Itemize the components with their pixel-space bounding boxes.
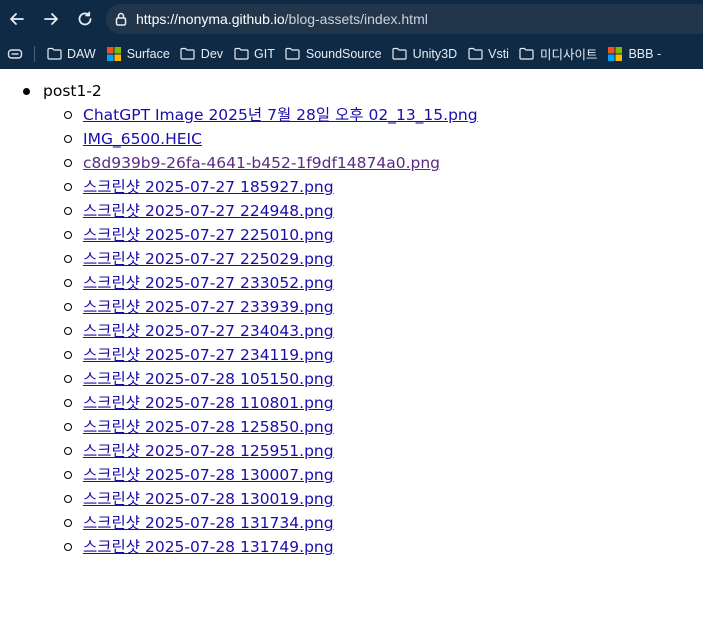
bookmark-label: DAW xyxy=(67,46,96,61)
bookmark-label: 미디사이트 xyxy=(539,48,598,62)
folder-icon xyxy=(180,46,196,62)
file-link[interactable]: 스크린샷 2025-07-28 131734.png xyxy=(83,514,334,532)
reload-icon[interactable] xyxy=(68,0,102,38)
list-item: 스크린샷 2025-07-28 125951.png xyxy=(64,439,703,463)
folder-icon xyxy=(467,46,483,62)
list-item: 스크린샷 2025-07-27 234043.png xyxy=(64,319,703,343)
bookmark-label: GIT xyxy=(254,46,275,61)
bookmark-label: BBB - xyxy=(628,46,662,61)
list-item: 스크린샷 2025-07-28 131749.png xyxy=(64,535,703,559)
folder-icon xyxy=(285,46,301,62)
list-item: 스크린샷 2025-07-27 224948.png xyxy=(64,199,703,223)
file-link[interactable]: 스크린샷 2025-07-28 131749.png xyxy=(83,538,334,556)
list-item: 스크린샷 2025-07-27 225029.png xyxy=(64,247,703,271)
site-info-icon[interactable] xyxy=(106,4,136,34)
list-item: 스크린샷 2025-07-28 105150.png xyxy=(64,367,703,391)
back-arrow-icon[interactable] xyxy=(0,0,34,38)
file-link[interactable]: c8d939b9-26fa-4641-b452-1f9df14874a0.png xyxy=(83,154,440,172)
file-link[interactable]: 스크린샷 2025-07-27 185927.png xyxy=(83,178,334,196)
list-item: 스크린샷 2025-07-28 131734.png xyxy=(64,511,703,535)
microsoft-icon xyxy=(106,46,122,62)
list-item: c8d939b9-26fa-4641-b452-1f9df14874a0.png xyxy=(64,151,703,175)
bookmark-label: Surface xyxy=(126,46,170,61)
list-item: 스크린샷 2025-07-27 225010.png xyxy=(64,223,703,247)
folder-name: post1-2 xyxy=(43,82,102,100)
url-host: https://nonyma.github.io xyxy=(136,11,285,27)
file-link[interactable]: 스크린샷 2025-07-28 125951.png xyxy=(83,442,334,460)
file-link[interactable]: 스크린샷 2025-07-27 233052.png xyxy=(83,274,334,292)
bookmarks-bar: DAW Surface Dev GIT SoundSource Unity3D Vsti 미디… xyxy=(0,38,703,69)
folder-icon xyxy=(233,46,249,62)
microsoft-icon xyxy=(607,46,623,62)
list-item: 스크린샷 2025-07-28 110801.png xyxy=(64,391,703,415)
list-item: 스크린샷 2025-07-28 125850.png xyxy=(64,415,703,439)
file-link[interactable]: 스크린샷 2025-07-28 130019.png xyxy=(83,490,334,508)
list-item: 스크린샷 2025-07-28 130019.png xyxy=(64,487,703,511)
file-link[interactable]: IMG_6500.HEIC xyxy=(83,130,202,148)
file-link[interactable]: 스크린샷 2025-07-27 234119.png xyxy=(83,346,334,364)
list-item: 스크린샷 2025-07-27 233939.png xyxy=(64,295,703,319)
url-path: /blog-assets/index.html xyxy=(284,11,428,27)
bookmark-item[interactable]: Unity3D xyxy=(387,42,462,66)
browser-toolbar: https://nonyma.github.io/blog-assets/ind… xyxy=(0,0,703,38)
list-item: 스크린샷 2025-07-27 234119.png xyxy=(64,343,703,367)
bookmark-item[interactable]: DAW xyxy=(41,42,101,66)
list-item: 스크린샷 2025-07-27 185927.png xyxy=(64,175,703,199)
bookmark-item[interactable]: BBB - xyxy=(602,42,666,66)
file-list: ChatGPT Image 2025년 7월 28일 오후 02_13_15.p… xyxy=(43,103,703,559)
file-link[interactable]: 스크린샷 2025-07-28 110801.png xyxy=(83,394,334,412)
file-link[interactable]: 스크린샷 2025-07-27 225010.png xyxy=(83,226,334,244)
file-link[interactable]: ChatGPT Image 2025년 7월 28일 오후 02_13_15.p… xyxy=(83,106,478,124)
bookmark-item[interactable]: Vsti xyxy=(462,42,514,66)
folder-icon xyxy=(46,46,62,62)
file-link[interactable]: 스크린샷 2025-07-28 130007.png xyxy=(83,466,334,484)
folder-icon xyxy=(519,46,535,62)
file-link[interactable]: 스크린샷 2025-07-28 125850.png xyxy=(83,418,334,436)
file-link[interactable]: 스크린샷 2025-07-27 224948.png xyxy=(83,202,334,220)
list-item: 스크린샷 2025-07-27 233052.png xyxy=(64,271,703,295)
bookmark-label: Unity3D xyxy=(412,46,458,61)
bookmark-item[interactable]: Surface xyxy=(101,42,175,66)
file-link[interactable]: 스크린샷 2025-07-27 225029.png xyxy=(83,250,334,268)
tab-groups-icon[interactable] xyxy=(0,38,30,69)
folder-icon xyxy=(392,46,408,62)
file-link[interactable]: 스크린샷 2025-07-27 234043.png xyxy=(83,322,334,340)
page-content: post1-2 ChatGPT Image 2025년 7월 28일 오후 02… xyxy=(0,70,703,625)
list-item: 스크린샷 2025-07-28 130007.png xyxy=(64,463,703,487)
bookmark-label: Vsti xyxy=(488,46,509,61)
bookmark-item[interactable]: SoundSource xyxy=(280,42,387,66)
file-link[interactable]: 스크린샷 2025-07-28 105150.png xyxy=(83,370,334,388)
directory-list: post1-2 ChatGPT Image 2025년 7월 28일 오후 02… xyxy=(0,80,703,559)
bookmark-label: Dev xyxy=(200,46,224,61)
bookmark-label: SoundSource xyxy=(305,46,382,61)
folder-item: post1-2 ChatGPT Image 2025년 7월 28일 오후 02… xyxy=(23,80,703,559)
forward-arrow-icon[interactable] xyxy=(34,0,68,38)
address-bar[interactable]: https://nonyma.github.io/blog-assets/ind… xyxy=(106,4,703,34)
list-item: IMG_6500.HEIC xyxy=(64,127,703,151)
bookmark-item[interactable]: GIT xyxy=(228,42,280,66)
bookmark-item[interactable]: Dev xyxy=(175,42,228,66)
list-item: ChatGPT Image 2025년 7월 28일 오후 02_13_15.p… xyxy=(64,103,703,127)
url-text[interactable]: https://nonyma.github.io/blog-assets/ind… xyxy=(136,11,428,27)
bookmark-item[interactable]: 미디사이트 xyxy=(514,42,603,66)
bookmarks-divider xyxy=(34,45,35,62)
file-link[interactable]: 스크린샷 2025-07-27 233939.png xyxy=(83,298,334,316)
